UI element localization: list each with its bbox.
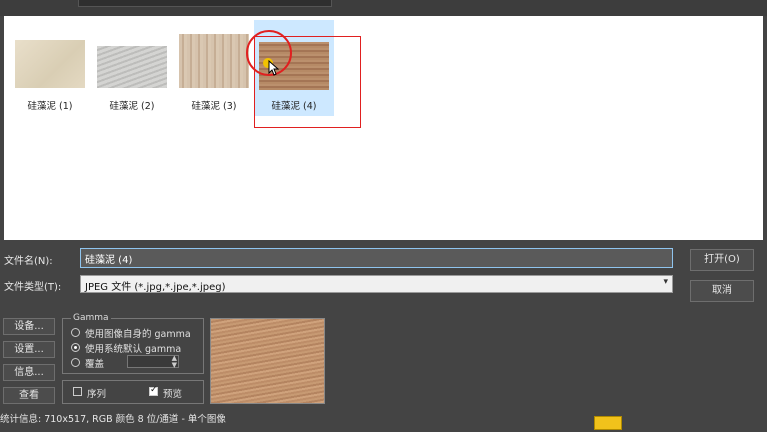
thumbnail-caption: 硅藻泥 (3) <box>191 101 237 112</box>
watermark-logo <box>594 414 764 430</box>
settings-button[interactable]: 设置... <box>3 341 55 358</box>
thumbnail-image <box>179 34 249 88</box>
thumbnail-item[interactable]: 硅藻泥 (2) <box>92 20 172 116</box>
gamma-radio-override[interactable] <box>71 358 80 367</box>
open-button[interactable]: 打开(O) <box>690 249 754 271</box>
cancel-button[interactable]: 取消 <box>690 280 754 302</box>
options-group: 序列 预览 <box>62 380 204 404</box>
thumbnail-item[interactable]: 硅藻泥 (3) <box>174 20 254 116</box>
mouse-cursor-icon <box>268 60 279 76</box>
thumbnail-caption: 硅藻泥 (1) <box>27 101 73 112</box>
gamma-value-stepper[interactable]: ▲ ▼ <box>127 355 179 369</box>
image-preview <box>210 318 325 404</box>
gamma-group: Gamma 使用图像自身的 gamma 使用系统默认 gamma 覆盖 ▲ ▼ <box>62 313 204 374</box>
top-field-stub <box>78 0 332 7</box>
gamma-title: Gamma <box>71 313 111 323</box>
view-button[interactable]: 查看 <box>3 387 55 404</box>
thumbnail-image <box>97 46 167 88</box>
filename-input[interactable]: 硅藻泥 (4) <box>80 248 673 268</box>
gamma-option-label: 覆盖 <box>85 359 105 370</box>
file-browser[interactable]: 硅藻泥 (1) 硅藻泥 (2) 硅藻泥 (3) 硅藻泥 (4) <box>4 16 763 240</box>
image-info-text: 统计信息: 710x517, RGB 颜色 8 位/通道 - 单个图像 <box>0 414 226 425</box>
stepper-arrows-icon[interactable]: ▲ ▼ <box>172 355 177 369</box>
gamma-option-label: 使用图像自身的 gamma <box>85 329 191 340</box>
sequence-label: 序列 <box>87 389 107 400</box>
top-strip <box>0 0 767 16</box>
brand-logo-icon <box>594 416 622 430</box>
filetype-label: 文件类型(T): <box>4 282 62 293</box>
thumbnail-item[interactable]: 硅藻泥 (1) <box>10 20 90 116</box>
preview-label: 预览 <box>163 389 183 400</box>
sequence-checkbox[interactable] <box>73 387 82 396</box>
thumbnail-caption: 硅藻泥 (2) <box>109 101 155 112</box>
preview-checkbox[interactable] <box>149 385 158 396</box>
filetype-value: JPEG 文件 (*.jpg,*.jpe,*.jpeg) <box>85 282 226 293</box>
thumbnail-image <box>15 40 85 88</box>
status-second-line <box>0 424 240 432</box>
filename-label: 文件名(N): <box>4 256 53 267</box>
device-button[interactable]: 设备... <box>3 318 55 335</box>
gamma-radio-image[interactable] <box>71 328 80 337</box>
info-button[interactable]: 信息... <box>3 364 55 381</box>
filetype-select[interactable]: JPEG 文件 (*.jpg,*.jpe,*.jpeg) ▾ <box>80 275 673 293</box>
gamma-option-label: 使用系统默认 gamma <box>85 344 182 355</box>
gamma-radio-system[interactable] <box>71 343 80 352</box>
chevron-down-icon[interactable]: ▾ <box>663 277 668 287</box>
